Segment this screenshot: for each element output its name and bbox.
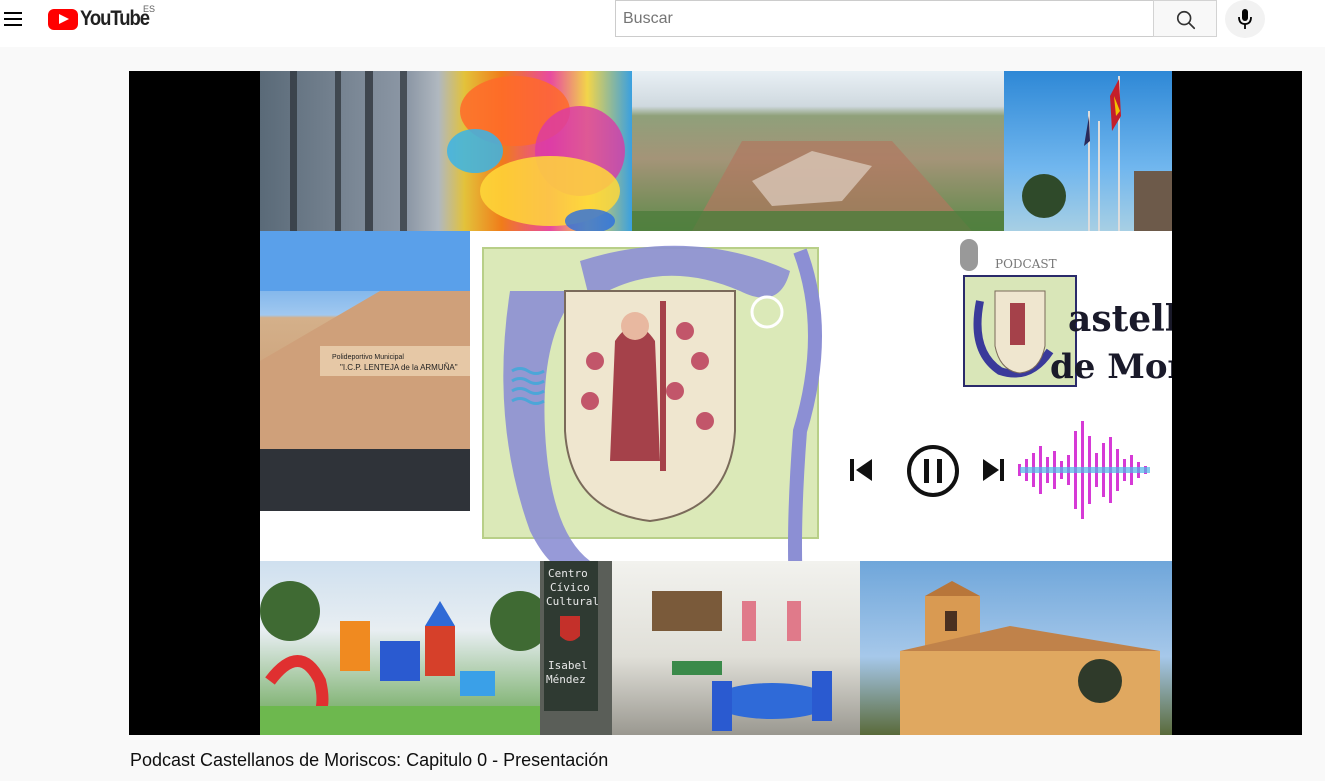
- sports-hall-photo: Polideportivo Municipal "I.C.P. LENTEJA …: [260, 231, 470, 511]
- flags-plaza-photo: [1004, 71, 1172, 231]
- sign-line1: Polideportivo Municipal: [332, 354, 404, 361]
- logo-text: YouTube: [80, 7, 150, 30]
- civic-center-line3: Cultural: [546, 595, 599, 608]
- podcast-heading-line2: de Moriscos: [1050, 347, 1172, 387]
- search-icon: [1176, 10, 1196, 30]
- menu-icon[interactable]: [2, 9, 24, 29]
- forest-art-photo: [260, 71, 632, 231]
- aerial-village-photo: [632, 71, 1004, 231]
- next-icon: [983, 459, 1004, 481]
- civic-center-line1: Centro: [548, 567, 588, 580]
- podcast-title-panel: PODCAST astellanos de Moriscos: [830, 231, 1172, 561]
- sign-line2: "I.C.P. LENTEJA de la ARMUÑA": [340, 363, 458, 372]
- podcast-badge: PODCAST: [995, 257, 1057, 271]
- library-interior-photo: [612, 561, 860, 735]
- civic-center-sign: Centro Cívico Cultural Isabel Méndez: [540, 561, 612, 735]
- podcast-heading-line1: astellanos: [1068, 298, 1172, 340]
- video-thumbnail-collage: Polideportivo Municipal "I.C.P. LENTEJA …: [260, 71, 1172, 735]
- microphone-icon: [1238, 9, 1252, 29]
- playground-photo: [260, 561, 540, 735]
- youtube-logo[interactable]: YouTube: [48, 6, 158, 32]
- voice-search-button[interactable]: [1225, 0, 1265, 38]
- church-photo: [860, 561, 1172, 735]
- microphone-badge-icon: [960, 239, 978, 271]
- country-code: ES: [143, 4, 156, 14]
- pause-icon: [907, 445, 959, 497]
- youtube-logo-icon: [48, 8, 78, 30]
- search-button[interactable]: [1153, 0, 1217, 37]
- previous-icon: [850, 459, 872, 481]
- video-player[interactable]: Polideportivo Municipal "I.C.P. LENTEJA …: [129, 71, 1302, 735]
- video-title: Podcast Castellanos de Moriscos: Capitul…: [130, 750, 609, 770]
- civic-center-line5: Méndez: [546, 673, 586, 686]
- civic-center-line4: Isabel: [548, 659, 588, 672]
- search-input[interactable]: [615, 0, 1153, 37]
- civic-center-line2: Cívico: [550, 581, 590, 594]
- top-bar: YouTube ES: [0, 0, 1325, 47]
